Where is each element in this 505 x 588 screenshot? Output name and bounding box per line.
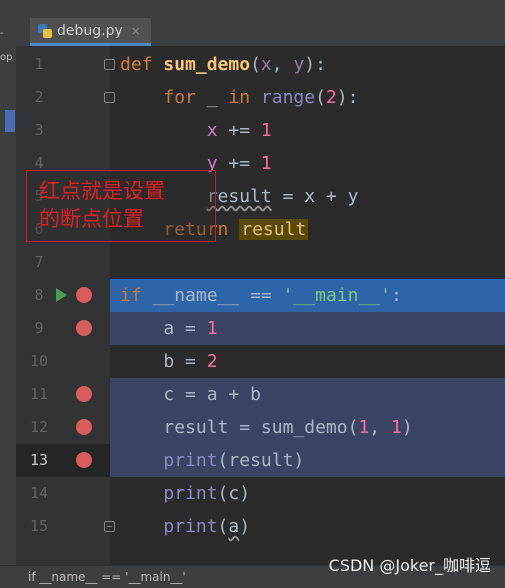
- python-file-icon: [38, 23, 52, 38]
- fold-marker-icon[interactable]: [104, 59, 115, 70]
- code-text: x += 1: [206, 120, 272, 141]
- breakpoint-icon[interactable]: [76, 452, 92, 468]
- code-text: c = a + b: [163, 384, 261, 405]
- code-line-9[interactable]: 9 a = 1: [16, 312, 505, 345]
- code-line-15[interactable]: 15 print(a): [16, 510, 505, 543]
- line-number[interactable]: 1: [24, 48, 54, 81]
- collapse-icon[interactable]: -: [0, 28, 14, 46]
- code-text: result = sum_demo(1, 1): [163, 417, 413, 438]
- code-text: print(c): [163, 483, 251, 504]
- code-line-7[interactable]: 7: [16, 246, 505, 279]
- breakpoint-icon[interactable]: [76, 386, 92, 402]
- watermark-text: CSDN @Joker_咖啡逗: [328, 556, 491, 575]
- tab-filename: debug.py: [57, 22, 123, 39]
- line-number[interactable]: 13: [24, 444, 54, 477]
- active-tool-marker: [5, 110, 15, 132]
- ide-window: - op debug.py × 1 def sum_demo(x, y): 2 …: [0, 0, 505, 588]
- fold-end-icon[interactable]: [104, 521, 115, 532]
- line-number[interactable]: 8: [24, 279, 54, 312]
- breakpoint-icon[interactable]: [76, 287, 92, 303]
- code-text: b = 2: [163, 351, 218, 372]
- line-number[interactable]: 3: [24, 114, 54, 147]
- line-number[interactable]: 15: [24, 510, 54, 543]
- editor-tab-bar: debug.py ×: [16, 0, 505, 47]
- tab-debug-py[interactable]: debug.py ×: [30, 18, 151, 46]
- close-icon[interactable]: ×: [131, 24, 141, 38]
- left-tool-strip: - op: [0, 0, 17, 587]
- code-text: print(result): [163, 450, 305, 471]
- run-arrow-icon[interactable]: [56, 288, 67, 302]
- line-number[interactable]: 14: [24, 477, 54, 510]
- annotation-line-2: 的断点位置: [39, 207, 144, 231]
- breakpoint-icon[interactable]: [76, 419, 92, 435]
- code-line-3[interactable]: 3 x += 1: [16, 114, 505, 147]
- code-line-14[interactable]: 14 print(c): [16, 477, 505, 510]
- line-number[interactable]: 2: [24, 81, 54, 114]
- code-text: print(a): [163, 516, 251, 537]
- line-number[interactable]: 11: [24, 378, 54, 411]
- code-line-2[interactable]: 2 for _ in range(2):: [16, 81, 505, 114]
- code-text: a = 1: [163, 318, 218, 339]
- code-text: def sum_demo(x, y):: [120, 54, 326, 75]
- code-line-10[interactable]: 10 b = 2: [16, 345, 505, 378]
- fold-marker-icon[interactable]: [104, 92, 115, 103]
- code-line-8[interactable]: 8 if __name__ == '__main__':: [16, 279, 505, 312]
- line-number[interactable]: 10: [24, 345, 54, 378]
- code-line-11[interactable]: 11 c = a + b: [16, 378, 505, 411]
- code-text: for _ in range(2):: [163, 87, 359, 108]
- line-number[interactable]: 7: [24, 246, 54, 279]
- line-number[interactable]: 9: [24, 312, 54, 345]
- code-text: if __name__ == '__main__':: [120, 285, 402, 306]
- code-line-13[interactable]: 13 print(result): [16, 444, 505, 477]
- breakpoint-annotation: 红点就是设置 的断点位置: [26, 170, 216, 242]
- code-line-12[interactable]: 12 result = sum_demo(1, 1): [16, 411, 505, 444]
- breakpoint-icon[interactable]: [76, 320, 92, 336]
- annotation-line-1: 红点就是设置: [39, 179, 165, 203]
- breadcrumb[interactable]: if __name__ == '__main__': [28, 570, 186, 584]
- project-tool-label[interactable]: op: [0, 52, 14, 70]
- line-number[interactable]: 12: [24, 411, 54, 444]
- code-line-1[interactable]: 1 def sum_demo(x, y):: [16, 48, 505, 81]
